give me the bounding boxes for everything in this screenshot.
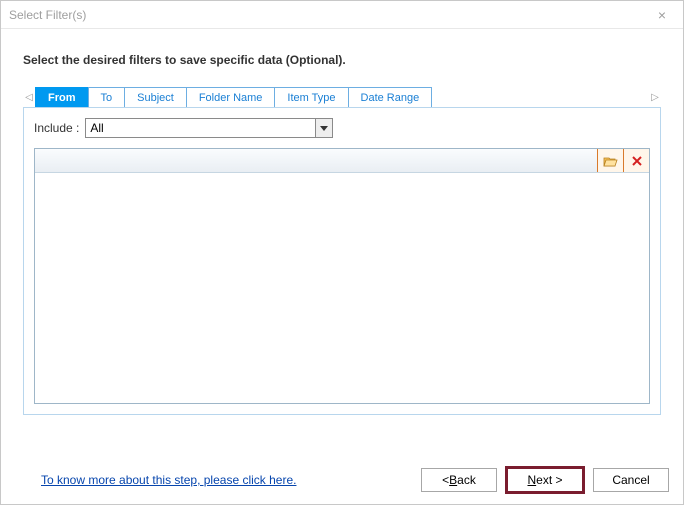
tab-scroll-left-icon[interactable]: ◁: [23, 92, 35, 103]
filter-list-body[interactable]: [35, 173, 649, 403]
cancel-button[interactable]: Cancel: [593, 468, 669, 492]
dialog-content: Select the desired filters to save speci…: [1, 29, 683, 460]
window-title: Select Filter(s): [9, 8, 647, 22]
tab-scroll-right-icon[interactable]: ▷: [649, 92, 661, 103]
tab-date-range[interactable]: Date Range: [348, 87, 433, 107]
tabrow: From To Subject Folder Name Item Type Da…: [35, 87, 431, 107]
instruction-text: Select the desired filters to save speci…: [23, 53, 661, 67]
tab-label: From: [48, 92, 76, 104]
tab-strip: ◁ From To Subject Folder Name Item Type …: [23, 87, 661, 107]
dialog-window: Select Filter(s) × Select the desired fi…: [0, 0, 684, 505]
titlebar: Select Filter(s) ×: [1, 1, 683, 29]
next-button[interactable]: Next >: [507, 468, 583, 492]
include-select[interactable]: All: [85, 118, 333, 138]
tab-from[interactable]: From: [35, 87, 89, 107]
include-label: Include :: [34, 121, 79, 135]
tab-subject[interactable]: Subject: [124, 87, 187, 107]
back-button[interactable]: < Back: [421, 468, 497, 492]
delete-icon: [631, 155, 643, 167]
tab-label: Item Type: [287, 92, 335, 104]
filter-list: [34, 148, 650, 404]
include-selected-value: All: [90, 121, 103, 135]
close-icon[interactable]: ×: [647, 4, 677, 26]
dialog-footer: To know more about this step, please cli…: [1, 460, 683, 504]
chevron-down-icon: [315, 119, 332, 137]
folder-open-button[interactable]: [597, 149, 623, 172]
tab-label: Date Range: [361, 92, 420, 104]
tab-label: To: [101, 92, 113, 104]
tab-item-type[interactable]: Item Type: [274, 87, 348, 107]
tab-to[interactable]: To: [88, 87, 126, 107]
tab-folder-name[interactable]: Folder Name: [186, 87, 276, 107]
tab-label: Folder Name: [199, 92, 263, 104]
folder-open-icon: [603, 155, 618, 167]
include-row: Include : All: [34, 118, 650, 138]
help-link[interactable]: To know more about this step, please cli…: [41, 473, 296, 487]
tab-label: Subject: [137, 92, 174, 104]
list-toolbar: [35, 149, 649, 173]
filter-panel: Include : All: [23, 107, 661, 415]
delete-button[interactable]: [623, 149, 649, 172]
